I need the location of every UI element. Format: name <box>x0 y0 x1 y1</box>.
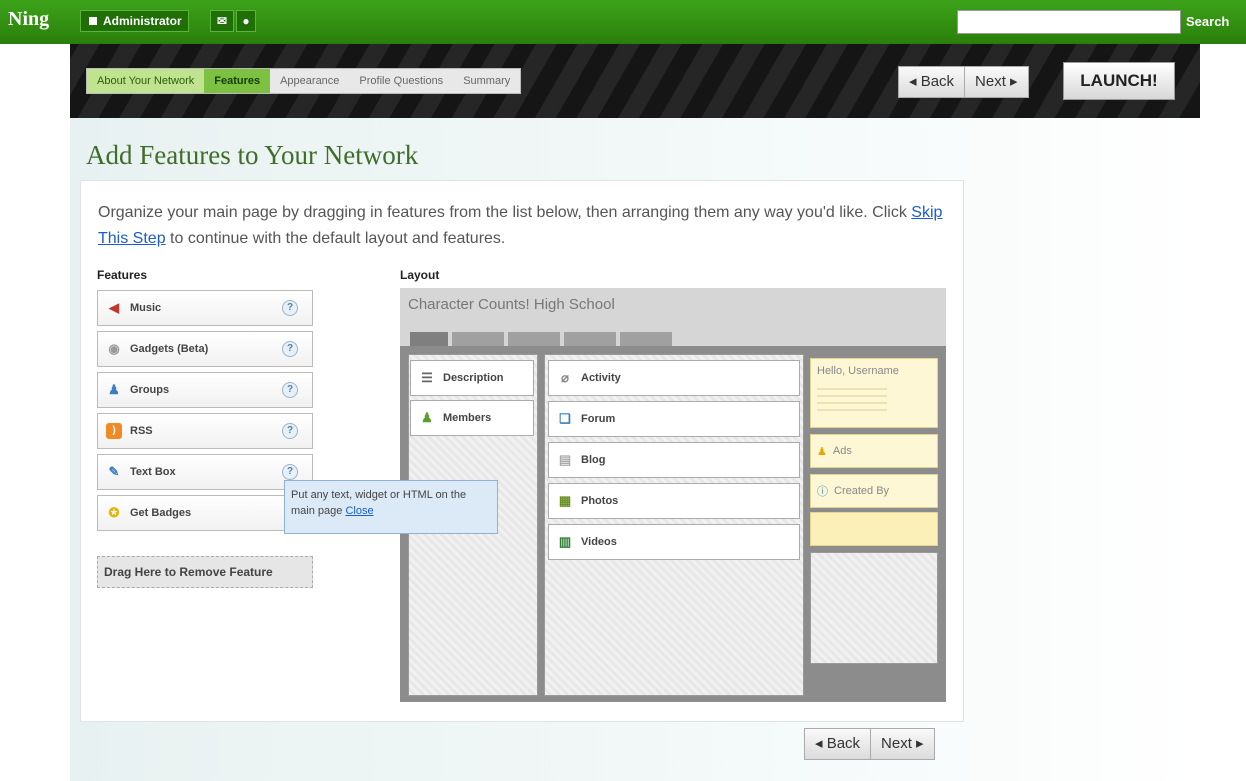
feature-label: Text Box <box>130 466 176 478</box>
module-label: Videos <box>581 536 617 548</box>
search-input[interactable] <box>957 10 1181 34</box>
wizard-bar: About Your Network Features Appearance P… <box>70 44 1200 118</box>
members-icon: ♟ <box>421 410 433 425</box>
module-ads[interactable]: ♟ Ads <box>810 434 938 468</box>
bottom-wizard-nav: ◂ Back Next ▸ <box>804 728 935 760</box>
placeholder-lines <box>817 383 887 413</box>
mail-button[interactable]: ✉ <box>210 10 234 32</box>
module-description[interactable]: ☰ Description <box>410 360 534 396</box>
layout-tab <box>452 332 504 346</box>
feature-label: Gadgets (Beta) <box>130 343 209 355</box>
layout-tab <box>410 332 448 346</box>
module-forum[interactable]: ❏ Forum <box>548 401 800 437</box>
forum-icon: ❏ <box>559 411 571 426</box>
feature-get-badges[interactable]: ✪ Get Badges <box>97 495 313 531</box>
bottom-next-button[interactable]: Next ▸ <box>870 729 934 759</box>
module-blog[interactable]: ▤ Blog <box>548 442 800 478</box>
layout-tab <box>620 332 672 346</box>
profile-button[interactable]: ● <box>236 10 256 32</box>
help-icon[interactable]: ? <box>282 382 298 398</box>
module-label: Forum <box>581 413 616 425</box>
layout-heading: Layout <box>400 268 440 282</box>
greeting-text: Hello, Username <box>817 365 899 377</box>
info-icon: ⓘ <box>817 486 828 498</box>
module-videos[interactable]: ▥ Videos <box>548 524 800 560</box>
tooltip-close-link[interactable]: Close <box>345 505 373 517</box>
feature-label: RSS <box>130 425 153 437</box>
layout-right-column[interactable] <box>810 552 938 664</box>
step-appearance[interactable]: Appearance <box>270 69 349 93</box>
module-activity[interactable]: ⌀ Activity <box>548 360 800 396</box>
module-user-greeting[interactable]: Hello, Username <box>810 358 938 428</box>
ads-icon: ♟ <box>817 445 827 458</box>
feature-label: Get Badges <box>130 507 192 519</box>
help-icon[interactable]: ? <box>282 341 298 357</box>
module-drop-slot[interactable] <box>810 512 938 546</box>
rss-icon: ) <box>106 423 122 439</box>
layout-header: Character Counts! High School <box>400 288 946 346</box>
gadget-icon: ◉ <box>108 341 120 356</box>
module-created-by[interactable]: ⓘ Created By <box>810 474 938 508</box>
admin-icon <box>87 15 99 27</box>
help-icon[interactable]: ? <box>282 423 298 439</box>
text-box-tooltip: Put any text, widget or HTML on the main… <box>284 480 498 534</box>
network-name: Character Counts! High School <box>408 296 615 313</box>
step-about-your-network[interactable]: About Your Network <box>87 69 205 93</box>
groups-icon: ♟ <box>108 382 120 397</box>
feature-gadgets[interactable]: ◉ Gadgets (Beta) ? <box>97 331 313 367</box>
feature-label: Music <box>130 302 162 314</box>
search-button[interactable]: Search <box>1186 14 1229 29</box>
next-button[interactable]: Next ▸ <box>964 67 1028 97</box>
launch-button[interactable]: LAUNCH! <box>1063 62 1175 100</box>
ning-logo[interactable]: Ning <box>8 8 49 31</box>
module-label: Activity <box>581 372 621 384</box>
layout-tab <box>508 332 560 346</box>
back-button[interactable]: ◂ Back <box>899 67 965 97</box>
badge-icon: ✪ <box>108 505 120 520</box>
administrator-button[interactable]: Administrator <box>80 10 189 32</box>
feature-text-box[interactable]: ✎ Text Box ? <box>97 454 313 490</box>
speaker-icon: ◀ <box>109 300 119 315</box>
help-icon[interactable]: ? <box>282 300 298 316</box>
remove-feature-drop-zone[interactable]: Drag Here to Remove Feature <box>97 556 313 588</box>
user-icon: ● <box>242 14 250 28</box>
tooltip-text: Put any text, widget or HTML on the main… <box>291 489 467 517</box>
ads-label: Ads <box>832 445 852 457</box>
text-box-icon: ✎ <box>108 464 120 479</box>
step-features[interactable]: Features <box>204 69 271 93</box>
feature-rss[interactable]: ) RSS ? <box>97 413 313 449</box>
features-heading: Features <box>97 268 148 282</box>
top-bar: Ning Administrator ✉ ● Search <box>0 0 1246 44</box>
module-label: Blog <box>581 454 606 466</box>
step-profile-questions[interactable]: Profile Questions <box>349 69 453 93</box>
intro-text-start: Organize your main page by dragging in f… <box>98 204 912 221</box>
module-label: Members <box>443 412 492 424</box>
feature-groups[interactable]: ♟ Groups ? <box>97 372 313 408</box>
module-label: Description <box>443 372 504 384</box>
wizard-steps: About Your Network Features Appearance P… <box>86 68 522 94</box>
feature-label: Groups <box>130 384 170 396</box>
photos-icon: ▦ <box>558 493 572 508</box>
module-label: Photos <box>581 495 619 507</box>
feature-music[interactable]: ◀ Music ? <box>97 290 313 326</box>
step-summary[interactable]: Summary <box>453 69 520 93</box>
videos-icon: ▥ <box>558 534 572 549</box>
description-icon: ☰ <box>421 370 433 385</box>
module-photos[interactable]: ▦ Photos <box>548 483 800 519</box>
page-title: Add Features to Your Network <box>86 140 419 170</box>
created-by-label: Created By <box>834 485 890 497</box>
wizard-nav: ◂ Back Next ▸ <box>898 66 1029 98</box>
intro-text-end: to continue with the default layout and … <box>165 230 506 247</box>
layout-tab <box>564 332 616 346</box>
bottom-back-button[interactable]: ◂ Back <box>805 729 871 759</box>
help-icon[interactable]: ? <box>282 464 298 480</box>
blog-icon: ▤ <box>558 452 572 467</box>
intro-text: Organize your main page by dragging in f… <box>98 200 958 252</box>
module-members[interactable]: ♟ Members <box>410 400 534 436</box>
activity-icon: ⌀ <box>561 370 569 385</box>
administrator-label: Administrator <box>103 14 182 28</box>
mail-icon: ✉ <box>216 14 228 28</box>
